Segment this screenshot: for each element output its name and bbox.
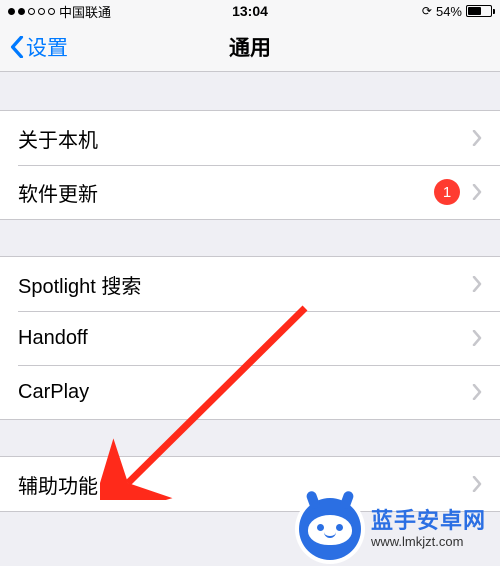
chevron-right-icon	[472, 476, 482, 492]
chevron-right-icon	[472, 276, 482, 292]
battery-percent-label: 54%	[436, 4, 462, 19]
chevron-left-icon	[10, 36, 24, 58]
chevron-right-icon	[472, 130, 482, 146]
update-badge: 1	[434, 179, 460, 205]
page-title: 通用	[229, 32, 271, 62]
list-group-features: Spotlight 搜索 Handoff CarPlay	[0, 256, 500, 420]
watermark-text: 蓝手安卓网 www.lmkjzt.com	[371, 508, 486, 550]
row-label: Handoff	[18, 327, 472, 350]
row-label: 关于本机	[18, 124, 472, 153]
status-left: 中国联通	[8, 2, 111, 21]
back-label: 设置	[26, 32, 68, 62]
chevron-right-icon	[472, 330, 482, 346]
nav-bar: 设置 通用	[0, 22, 500, 72]
battery-fill	[468, 7, 481, 15]
row-about[interactable]: 关于本机	[0, 111, 500, 165]
row-label: 软件更新	[18, 178, 434, 207]
list-group-device: 关于本机 软件更新 1	[0, 110, 500, 220]
orientation-lock-icon: ⟳	[422, 4, 432, 18]
clock-label: 13:04	[232, 3, 268, 19]
row-accessibility[interactable]: 辅助功能	[0, 457, 500, 511]
chevron-right-icon	[472, 384, 482, 400]
status-bar: 中国联通 13:04 ⟳ 54%	[0, 0, 500, 22]
chevron-right-icon	[472, 184, 482, 200]
row-label: Spotlight 搜索	[18, 270, 472, 299]
row-carplay[interactable]: CarPlay	[0, 365, 500, 419]
back-button[interactable]: 设置	[10, 32, 68, 62]
row-spotlight[interactable]: Spotlight 搜索	[0, 257, 500, 311]
row-software-update[interactable]: 软件更新 1	[0, 165, 500, 219]
signal-strength-icon	[8, 8, 55, 15]
carrier-label: 中国联通	[59, 2, 111, 21]
row-label: CarPlay	[18, 381, 472, 404]
row-label: 辅助功能	[18, 470, 472, 499]
status-right: ⟳ 54%	[422, 4, 492, 19]
battery-icon	[466, 5, 492, 17]
row-handoff[interactable]: Handoff	[0, 311, 500, 365]
list-group-accessibility: 辅助功能	[0, 456, 500, 512]
watermark-url: www.lmkjzt.com	[371, 534, 486, 550]
